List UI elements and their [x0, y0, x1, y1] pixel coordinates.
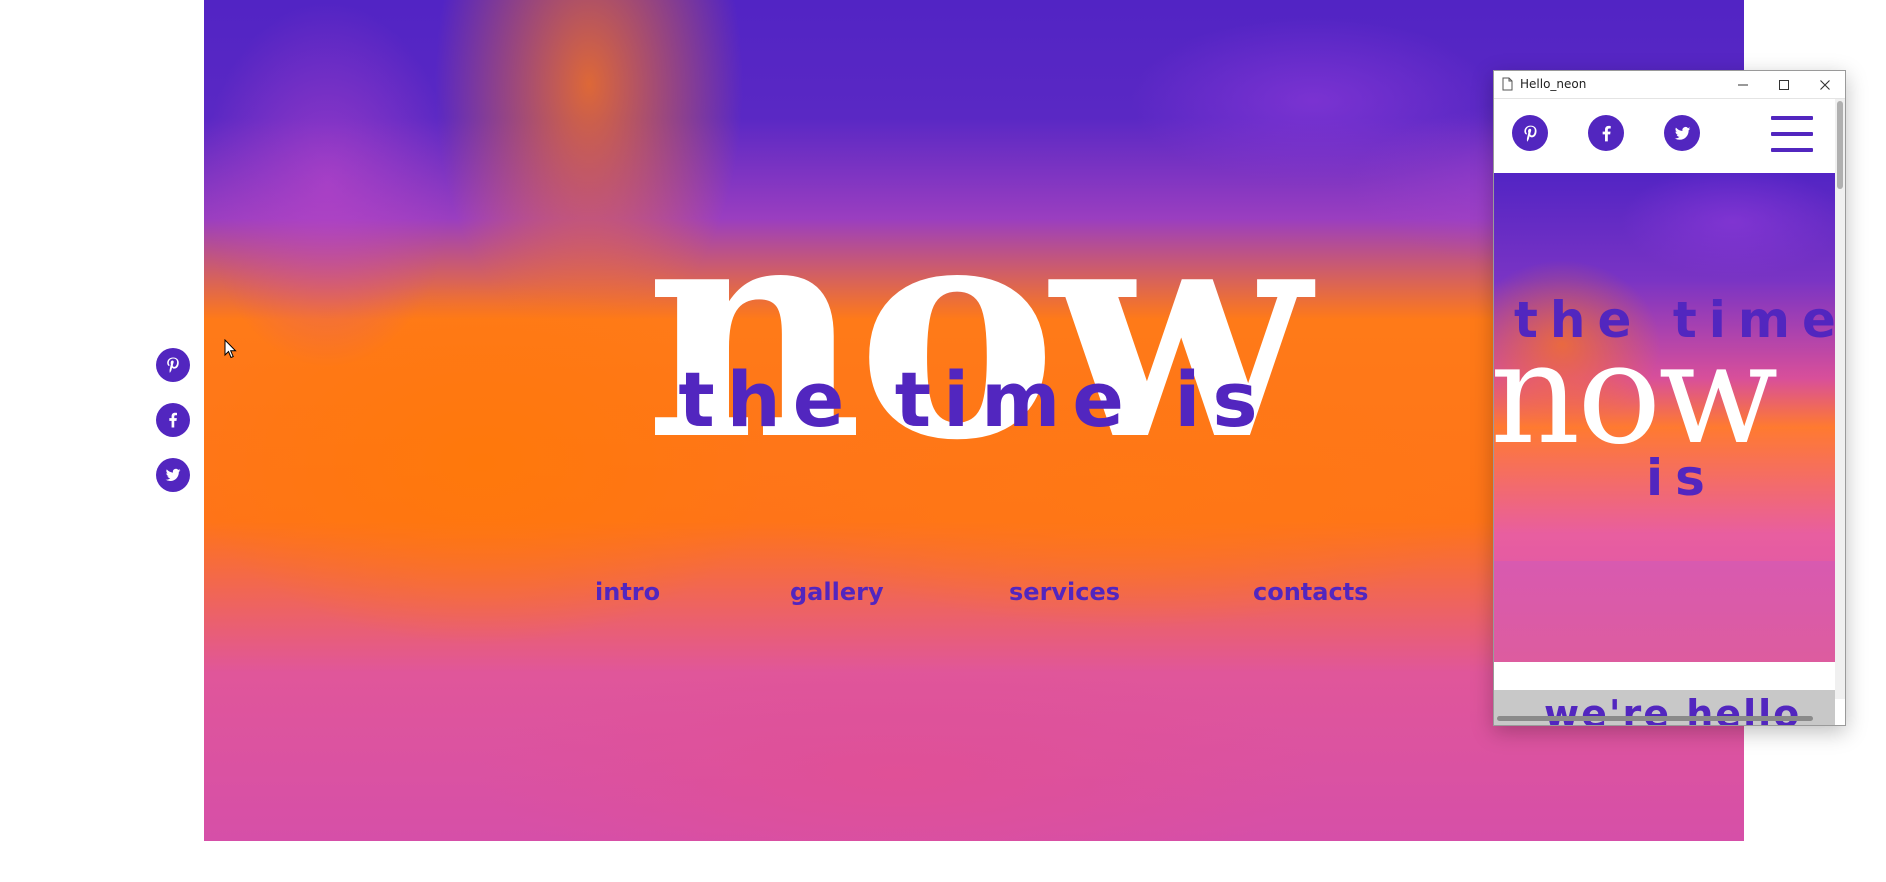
document-icon — [1502, 77, 1513, 91]
close-button[interactable] — [1805, 71, 1845, 98]
maximize-icon — [1779, 79, 1789, 90]
mobile-hero: the time now is — [1494, 173, 1835, 662]
facebook-icon — [1602, 125, 1611, 141]
mobile-section-gap — [1494, 662, 1835, 690]
nav-contacts[interactable]: contacts — [1253, 578, 1368, 606]
window-title: Hello_neon — [1520, 77, 1587, 91]
mobile-tagline-bottom: is — [1646, 449, 1717, 507]
mobile-facebook-button[interactable] — [1588, 115, 1624, 151]
pinterest-button[interactable] — [156, 348, 190, 382]
minimize-button[interactable] — [1723, 71, 1763, 98]
window-titlebar[interactable]: Hello_neon — [1494, 71, 1845, 99]
horizontal-scrollbar[interactable] — [1497, 716, 1813, 721]
hero-tagline: the time is — [678, 355, 1270, 444]
twitter-icon — [165, 468, 181, 482]
mouse-cursor-icon — [224, 339, 237, 359]
twitter-button[interactable] — [156, 458, 190, 492]
pinterest-icon — [167, 357, 179, 373]
twitter-icon — [1674, 126, 1690, 140]
minimize-icon — [1738, 84, 1748, 85]
popup-window: Hello_neon the time now is we're hello — [1493, 70, 1846, 726]
maximize-button[interactable] — [1764, 71, 1804, 98]
facebook-button[interactable] — [156, 403, 190, 437]
mobile-pinterest-button[interactable] — [1512, 115, 1548, 151]
facebook-icon — [169, 412, 177, 428]
social-links — [156, 348, 190, 513]
vertical-scrollbar[interactable] — [1835, 99, 1845, 699]
main-nav: intro gallery services contacts — [594, 578, 1414, 614]
vertical-scrollbar-thumb[interactable] — [1837, 101, 1843, 189]
nav-services[interactable]: services — [1009, 578, 1120, 606]
mobile-header — [1494, 99, 1835, 173]
hamburger-menu-icon[interactable] — [1771, 116, 1813, 152]
mobile-twitter-button[interactable] — [1664, 115, 1700, 151]
pinterest-icon — [1523, 125, 1537, 142]
close-icon — [1820, 79, 1830, 90]
nav-intro[interactable]: intro — [595, 578, 660, 606]
mobile-tagline-top: the time — [1514, 291, 1835, 349]
nav-gallery[interactable]: gallery — [790, 578, 884, 606]
